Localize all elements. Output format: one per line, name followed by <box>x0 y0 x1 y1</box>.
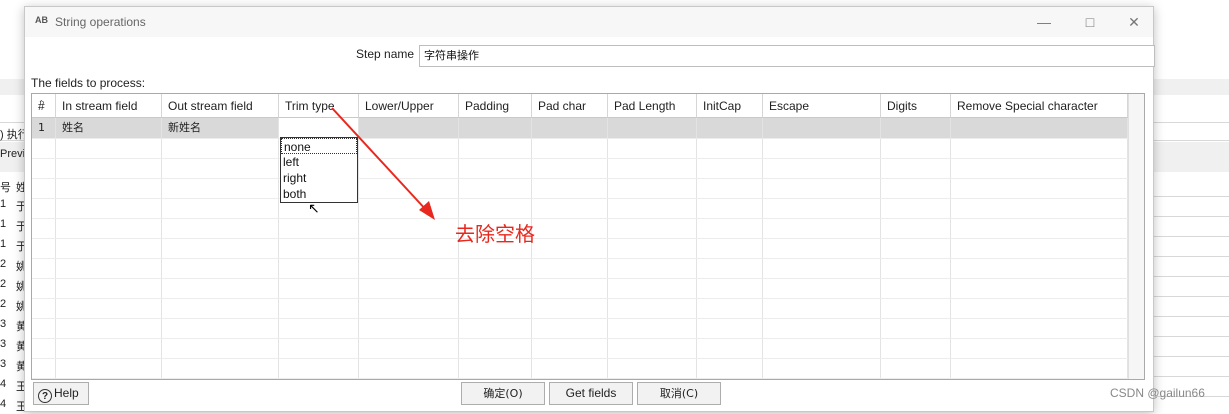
header-digits[interactable]: Digits <box>881 94 951 118</box>
header-remove-special-character[interactable]: Remove Special character <box>951 94 1128 118</box>
bg-row-line <box>1152 376 1229 377</box>
maximize-button[interactable]: □ <box>1075 11 1105 33</box>
row-divider <box>32 238 1128 239</box>
row-divider <box>32 258 1128 259</box>
bg-row-number: 3 <box>0 338 7 350</box>
dropdown-option-right[interactable]: right <box>281 170 357 186</box>
bg-row-line <box>1152 236 1229 237</box>
in-stream-field-cell[interactable]: 姓名 <box>56 118 162 138</box>
bg-row-line <box>1152 196 1229 197</box>
row-divider <box>32 338 1128 339</box>
bg-row-name: 姚 <box>16 301 24 313</box>
header-pad-length[interactable]: Pad Length <box>608 94 697 118</box>
vertical-scrollbar[interactable] <box>1128 94 1144 379</box>
bg-row-number: 1 <box>0 218 7 230</box>
string-ops-icon: AB <box>35 15 48 25</box>
bg-row-number: 4 <box>0 378 7 390</box>
row-divider <box>32 358 1128 359</box>
bg-col-name: 姓 <box>16 182 24 194</box>
help-button[interactable]: ? Help <box>33 382 89 405</box>
bg-row-line <box>1152 276 1229 277</box>
bg-row-name: 王 <box>16 381 24 393</box>
bg-row-number: 1 <box>0 198 7 210</box>
help-icon: ? <box>38 389 52 403</box>
ok-button[interactable]: 确定(O) <box>461 382 545 405</box>
header-in-stream-field[interactable]: In stream field <box>56 94 162 118</box>
bg-preview-label[interactable]: Previe <box>0 148 24 160</box>
bg-row-name: 王 <box>16 401 24 413</box>
row-divider <box>32 218 1128 219</box>
dropdown-option-none[interactable]: none <box>281 138 357 154</box>
bg-row-line <box>1152 316 1229 317</box>
cancel-button[interactable]: 取消(C) <box>637 382 721 405</box>
dropdown-option-left[interactable]: left <box>281 154 357 170</box>
row-divider <box>32 198 1128 199</box>
close-button[interactable]: ✕ <box>1119 11 1149 33</box>
bg-row-name: 黄 <box>16 341 24 353</box>
out-stream-field-cell[interactable]: 新姓名 <box>162 118 279 138</box>
bg-row-number: 3 <box>0 358 7 370</box>
step-name-input[interactable]: 字符串操作 <box>419 45 1155 67</box>
bg-row-name: 黄 <box>16 361 24 373</box>
bg-row-name: 姚 <box>16 281 24 293</box>
step-name-label: Step name <box>356 47 415 61</box>
row-divider <box>32 178 1128 179</box>
row-number: 1 <box>38 121 45 134</box>
bg-row-line <box>1152 216 1229 217</box>
bg-row-name: 姚 <box>16 261 24 273</box>
header-padding[interactable]: Padding <box>459 94 532 118</box>
bg-row-line <box>1152 296 1229 297</box>
bg-run-label[interactable]: ) 执行 <box>0 126 24 142</box>
row-divider <box>32 298 1128 299</box>
minimize-button[interactable]: — <box>1029 11 1059 33</box>
header-trim-type[interactable]: Trim type <box>279 94 359 118</box>
header-pad-char[interactable]: Pad char <box>532 94 608 118</box>
row-divider <box>32 278 1128 279</box>
bg-row-name: 于 <box>16 201 24 213</box>
bg-row-line <box>1152 356 1229 357</box>
header-initcap[interactable]: InitCap <box>697 94 763 118</box>
trim-type-cell[interactable] <box>279 118 359 138</box>
bg-row-name: 黄 <box>16 321 24 333</box>
row-divider <box>32 158 1128 159</box>
fields-to-process-label: The fields to process: <box>31 76 146 90</box>
bg-row-line <box>1152 336 1229 337</box>
title-bar[interactable]: AB String operations — □ ✕ <box>25 7 1153 37</box>
header-row-number[interactable]: ⌃ # <box>32 94 56 118</box>
bg-row-line <box>1152 256 1229 257</box>
bg-row-number: 1 <box>0 238 7 250</box>
row-divider <box>32 138 1128 139</box>
fields-table[interactable]: ⌃ # In stream field Out stream field Trim… <box>31 93 1145 380</box>
bg-col-number: 号 <box>0 182 11 194</box>
bg-row-number: 4 <box>0 398 7 410</box>
bg-row-number: 3 <box>0 318 7 330</box>
window-title: String operations <box>55 15 146 29</box>
bg-row-number: 2 <box>0 298 7 310</box>
bg-row-name: 于 <box>16 221 24 233</box>
bg-row-number: 2 <box>0 258 7 270</box>
sort-up-icon: ⌃ <box>38 99 45 108</box>
bg-row-number: 2 <box>0 278 7 290</box>
annotation-text: 去除空格 <box>455 222 535 246</box>
header-out-stream-field[interactable]: Out stream field <box>162 94 279 118</box>
row-divider <box>32 318 1128 319</box>
header-lower-upper[interactable]: Lower/Upper <box>359 94 459 118</box>
header-escape[interactable]: Escape <box>763 94 881 118</box>
trim-type-dropdown[interactable]: none left right both <box>280 137 358 203</box>
watermark: CSDN @gailun66 <box>1110 386 1205 400</box>
string-operations-dialog: AB String operations — □ ✕ Step name 字符串… <box>24 6 1155 412</box>
bg-row-name: 于 <box>16 241 24 253</box>
row-divider <box>32 378 1128 379</box>
mouse-pointer-icon: ↖ <box>308 200 320 216</box>
get-fields-button[interactable]: Get fields <box>549 382 633 405</box>
